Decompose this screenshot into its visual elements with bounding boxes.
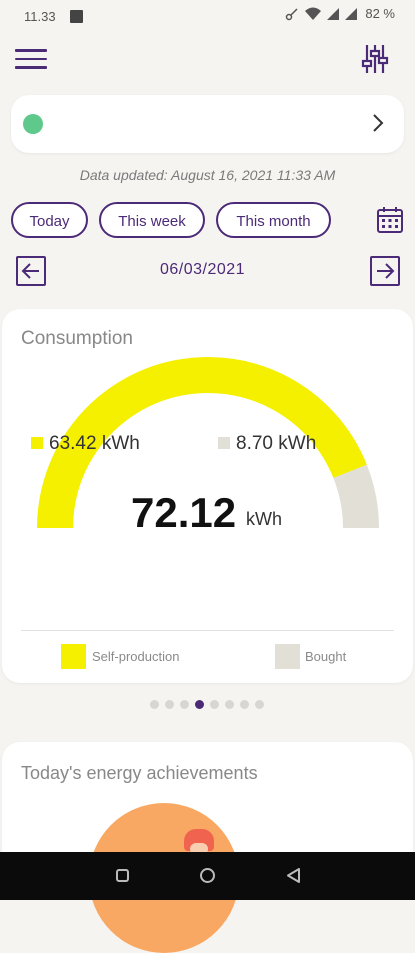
page-dot[interactable]	[195, 700, 204, 709]
device-selector[interactable]	[11, 95, 404, 153]
total-consumption-unit: kWh	[246, 509, 282, 529]
legend-self-production-swatch	[61, 644, 86, 669]
page-dot[interactable]	[240, 700, 249, 709]
signal-icon-2	[345, 7, 358, 20]
status-bar: 11.33 82 %	[0, 0, 415, 34]
legend-self-production-label: Self-production	[92, 649, 180, 664]
chevron-right-icon	[373, 114, 384, 132]
page-dot[interactable]	[150, 700, 159, 709]
divider	[21, 630, 394, 631]
gauge-bought-arc	[333, 464, 379, 529]
wifi-icon	[305, 7, 322, 20]
tab-this-month[interactable]: This month	[216, 202, 331, 238]
page-indicator	[150, 700, 264, 709]
bought-value: 8.70 kWh	[236, 433, 317, 454]
back-icon[interactable]	[285, 867, 301, 884]
tab-this-week[interactable]: This week	[99, 202, 205, 238]
status-indicator-icon	[23, 114, 43, 134]
recent-apps-icon[interactable]	[116, 869, 129, 882]
bought-marker	[218, 437, 230, 449]
selected-date: 06/03/2021	[159, 261, 246, 278]
page-dot[interactable]	[255, 700, 264, 709]
page-dot[interactable]	[210, 700, 219, 709]
calendar-icon[interactable]	[376, 206, 404, 234]
total-consumption-value: 72.12	[131, 489, 237, 536]
page-dot[interactable]	[225, 700, 234, 709]
self-production-value: 63.42 kWh	[49, 433, 140, 454]
status-time: 11.33	[24, 9, 56, 24]
key-icon	[286, 7, 298, 20]
legend-bought-swatch	[275, 644, 300, 669]
data-updated-text: Data updated: August 16, 2021 11:33 AM	[79, 167, 336, 183]
signal-icon	[327, 7, 340, 20]
home-icon[interactable]	[200, 868, 215, 883]
sliders-icon[interactable]	[360, 44, 390, 74]
self-production-marker	[31, 437, 43, 449]
hamburger-menu-icon[interactable]	[15, 45, 47, 73]
legend-bought-label: Bought	[305, 649, 347, 664]
arrow-right-icon[interactable]	[370, 256, 400, 286]
battery-level: 82 %	[365, 6, 395, 21]
achievements-title: Today's energy achievements	[21, 763, 258, 783]
page-dot[interactable]	[180, 700, 189, 709]
status-icons: 82 %	[285, 6, 395, 21]
tab-today[interactable]: Today	[11, 202, 88, 238]
page-dot[interactable]	[165, 700, 174, 709]
image-notification-icon	[70, 10, 83, 23]
